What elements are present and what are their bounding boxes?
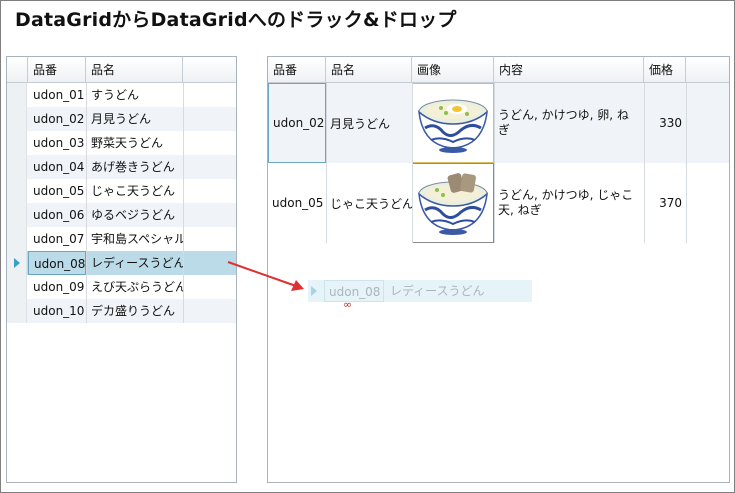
drop-cursor-icon: ∞ [343,298,353,311]
ghost-row-indicator-icon [311,286,317,296]
drag-direction-arrow-icon [227,261,304,291]
ghost-cell-id: udon_08 [324,280,384,302]
drag-ghost-row: udon_08 レディースうどん [308,280,532,302]
ghost-cell-name: レディースうどん [390,284,485,298]
